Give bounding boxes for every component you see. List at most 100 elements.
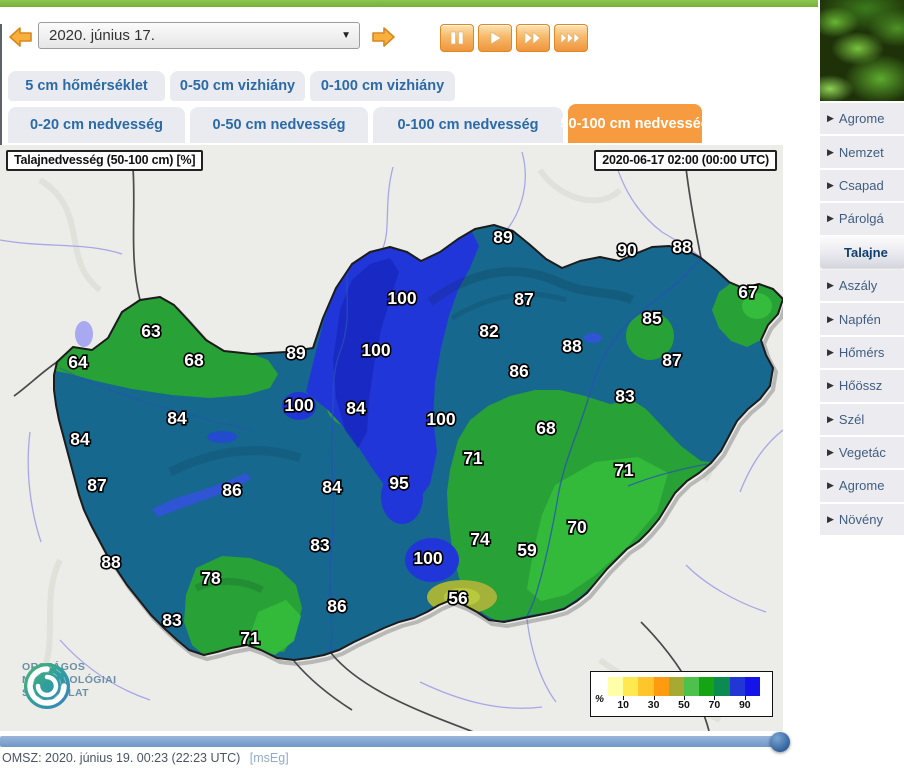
- triangle-right-icon: ▶: [827, 447, 834, 458]
- station-value: 100: [284, 395, 313, 415]
- station-value: 84: [322, 477, 342, 497]
- sidebar-item-label: Szél: [839, 412, 864, 427]
- triangle-right-icon: ▶: [827, 347, 834, 358]
- date-dropdown[interactable]: 2020. június 17. ▼: [38, 22, 360, 49]
- legend-tick-label: 70: [702, 699, 726, 711]
- station-value: 89: [286, 343, 306, 363]
- tab-0-50-cm-nedvesseg[interactable]: 0-50 cm nedvesség: [190, 107, 368, 143]
- station-value: 71: [240, 628, 260, 648]
- station-value: 88: [672, 237, 692, 257]
- station-value: 95: [389, 473, 409, 493]
- sidebar-item-vegetac-10[interactable]: ▶ Vegetác: [820, 437, 904, 468]
- legend-swatch: [699, 677, 714, 696]
- pause-button[interactable]: [440, 24, 474, 52]
- sidebar-item-label: Aszály: [839, 278, 877, 293]
- mseg-link[interactable]: [msEg]: [250, 751, 289, 765]
- map-title-box: Talajnedvesség (50-100 cm) [%]: [6, 150, 203, 171]
- sidebar-item-hoossz-8[interactable]: ▶ Hőössz: [820, 370, 904, 401]
- play-button[interactable]: [478, 24, 512, 52]
- top-green-bar: [0, 0, 818, 7]
- station-value: 100: [361, 340, 390, 360]
- sidebar-item-homers-7[interactable]: ▶ Hőmérs: [820, 337, 904, 368]
- sidebar-item-agrome-11[interactable]: ▶ Agrome: [820, 470, 904, 501]
- fastest-forward-button[interactable]: [554, 24, 588, 52]
- station-value: 87: [87, 475, 106, 495]
- date-dropdown-value: 2020. június 17.: [49, 27, 341, 44]
- triangle-right-icon: ▶: [827, 113, 834, 124]
- station-value: 82: [479, 321, 499, 341]
- legend-swatches: [608, 677, 760, 696]
- tab-0-50-cm-vizhiany[interactable]: 0-50 cm vizhiány: [170, 71, 305, 101]
- tab-0-100-cm-nedvesseg[interactable]: 0-100 cm nedvesség: [373, 107, 563, 143]
- status-text: OMSZ: 2020. június 19. 00:23 (22:23 UTC): [2, 751, 240, 765]
- station-value: 83: [310, 535, 330, 555]
- station-value: 68: [184, 350, 204, 370]
- tabs-row-1: 5 cm hőmérséklet0-50 cm vizhiány0-100 cm…: [8, 71, 455, 101]
- fast-forward-button[interactable]: [516, 24, 550, 52]
- sidebar-item-label: Agrome: [839, 478, 885, 493]
- station-value: 85: [642, 308, 662, 328]
- sidebar-item-label: Hőössz: [839, 378, 882, 393]
- tabs-row-2: 0-20 cm nedvesség0-50 cm nedvesség0-100 …: [8, 104, 702, 143]
- sidebar-item-noveny-12[interactable]: ▶Növény: [820, 504, 904, 535]
- station-value: 59: [517, 540, 537, 560]
- legend-swatch: [684, 677, 699, 696]
- station-value: 83: [615, 386, 635, 406]
- sidebar-item-label: Növény: [839, 512, 883, 527]
- station-value: 100: [426, 409, 455, 429]
- triangle-right-icon: ▶: [827, 213, 834, 224]
- sidebar-item-talajne-4[interactable]: Talajne: [820, 237, 904, 268]
- status-line: OMSZ: 2020. június 19. 00:23 (22:23 UTC)…: [2, 751, 289, 765]
- sidebar-item-parolga-3[interactable]: ▶Párolgá: [820, 203, 904, 234]
- playback-controls: [440, 24, 588, 52]
- legend-swatch: [608, 677, 623, 696]
- station-value: 63: [141, 321, 161, 341]
- tab-50-100-cm-nedvesseg[interactable]: 50-100 cm nedvesség: [568, 104, 702, 143]
- legend-swatch: [654, 677, 669, 696]
- station-value: 88: [101, 552, 121, 572]
- station-value: 87: [662, 350, 681, 370]
- sidebar-item-csapad-2[interactable]: ▶Csapad: [820, 170, 904, 201]
- tab-5-cm-homerseklet[interactable]: 5 cm hőmérséklet: [8, 71, 165, 101]
- sidebar-item-aszaly-5[interactable]: ▶ Aszály: [820, 270, 904, 301]
- sidebar-item-label: Nemzet: [839, 145, 884, 160]
- sidebar-item-napfen-6[interactable]: ▶Napfén: [820, 303, 904, 334]
- tab-0-100-cm-vizhiany[interactable]: 0-100 cm vizhiány: [310, 71, 455, 101]
- triangle-right-icon: ▶: [827, 480, 834, 491]
- sidebar-item-label: Vegetác: [839, 445, 886, 460]
- legend-swatch: [730, 677, 745, 696]
- map-panel: 8990886710087856382881008968876486831008…: [0, 145, 783, 731]
- timeline-scrollbar[interactable]: [0, 736, 783, 747]
- prev-date-arrow-icon[interactable]: [8, 25, 34, 49]
- next-date-arrow-icon[interactable]: [370, 25, 396, 49]
- legend-tick-label: 30: [642, 699, 666, 711]
- sidebar-item-label: Agrome: [839, 111, 885, 126]
- sidebar-item-label: Napfén: [839, 312, 881, 327]
- omsz-swirl-icon: [22, 661, 72, 711]
- station-value: 86: [327, 596, 347, 616]
- sidebar-item-agrome-0[interactable]: ▶ Agrome: [820, 103, 904, 134]
- sidebar-leaf-photo: [820, 0, 904, 101]
- station-value: 100: [413, 548, 442, 568]
- tab-0-20-cm-nedvesseg[interactable]: 0-20 cm nedvesség: [8, 107, 185, 143]
- legend-unit: %: [595, 694, 604, 705]
- triangle-right-icon: ▶: [827, 280, 834, 291]
- station-value: 87: [514, 289, 533, 309]
- station-value: 64: [68, 352, 88, 372]
- color-legend: % 1030507090: [590, 671, 773, 717]
- sidebar-item-nemzet-1[interactable]: ▶ Nemzet: [820, 136, 904, 167]
- legend-tick-label: 50: [672, 699, 696, 711]
- station-value: 86: [509, 361, 529, 381]
- triangle-right-icon: ▶: [827, 147, 834, 158]
- legend-tick-label: 90: [733, 699, 757, 711]
- station-value: 86: [222, 480, 242, 500]
- sidebar-item-label: Talajne: [844, 245, 888, 260]
- station-value: 100: [387, 288, 416, 308]
- sidebar-item-szel-9[interactable]: ▶ Szél: [820, 404, 904, 435]
- timeline-scrollbar-thumb[interactable]: [770, 732, 790, 752]
- sidebar-item-label: Hőmérs: [839, 345, 885, 360]
- triangle-right-icon: ▶: [827, 414, 834, 425]
- sidebar-item-label: Csapad: [839, 178, 884, 193]
- station-value: 56: [448, 588, 468, 608]
- triangle-right-icon: ▶: [827, 380, 834, 391]
